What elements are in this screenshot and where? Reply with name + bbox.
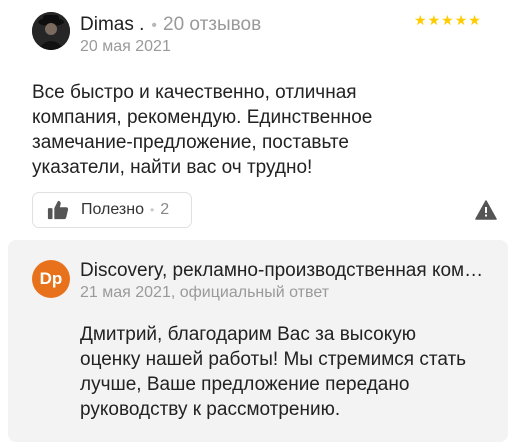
thumbs-up-icon [47, 200, 69, 220]
rating-stars: ★ ★ ★ ★ ★ [414, 12, 481, 28]
author-avatar[interactable] [32, 12, 70, 50]
star-icon: ★ [441, 12, 454, 28]
star-icon: ★ [454, 12, 468, 28]
useful-label: Полезно [81, 201, 144, 218]
review-card: Dimas . • 20 отзывов 20 мая 2021 ★ ★ ★ ★ ★ В… [0, 0, 516, 448]
warning-triangle-icon[interactable] [475, 200, 497, 220]
avatar-photo-icon [32, 12, 70, 50]
review-date: 20 мая 2021 [80, 38, 171, 55]
official-reply: Dp Discovery, рекламно-производственная … [8, 240, 508, 442]
company-avatar[interactable]: Dp [32, 260, 70, 298]
review-text: Все быстро и качественно, отличная компа… [32, 82, 373, 178]
useful-separator: • [150, 203, 155, 217]
star-icon: ★ [427, 12, 441, 28]
company-name[interactable]: Discovery, рекламно-производственная ком… [80, 260, 485, 282]
useful-count: 2 [160, 201, 170, 218]
author-name[interactable]: Dimas . [80, 14, 144, 36]
reply-text: Дмитрий, благодарим Вас за высокую оценк… [80, 324, 467, 420]
star-icon: ★ [414, 12, 427, 28]
star-icon: ★ [468, 12, 481, 28]
useful-button[interactable]: Полезно • 2 [32, 192, 192, 228]
author-reviews-count: 20 отзывов [163, 14, 262, 35]
meta-separator: • [151, 17, 158, 34]
reply-meta: 21 мая 2021, официальный ответ [80, 284, 330, 301]
